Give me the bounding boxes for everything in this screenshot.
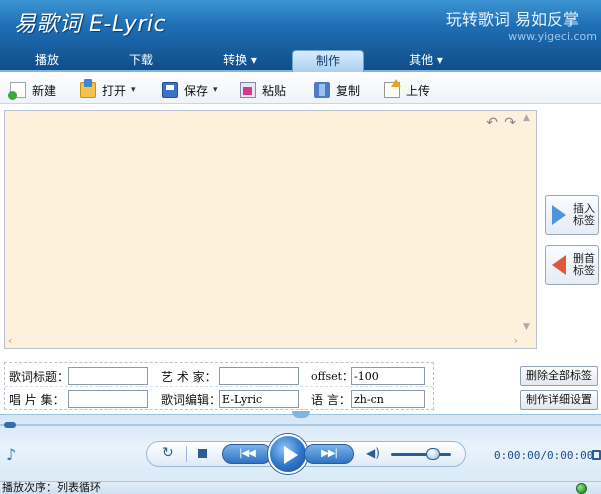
scroll-left-icon[interactable]: ‹ — [8, 334, 12, 347]
undo-icon[interactable]: ↶ — [486, 115, 498, 131]
artist-label: 艺 术 家： — [161, 370, 217, 384]
player-bar: ♪ ↻ |◀◀ ▶▶| ◀) 0:00:00/0:00:00 — [0, 411, 601, 481]
vertical-scrollbar[interactable]: ▲ ▼ — [521, 111, 536, 334]
title-label: 歌词标题： — [9, 370, 70, 384]
insert-tag-label: 插入标签 — [573, 202, 595, 227]
collapse-handle[interactable] — [292, 411, 310, 418]
arrow-right-icon — [552, 205, 566, 225]
status-bar: 播放次序：列表循环 — [0, 481, 601, 494]
new-file-icon — [8, 82, 26, 100]
lyric-editor-text[interactable] — [9, 115, 476, 328]
delete-all-tags-button[interactable]: 删除全部标签 — [520, 366, 598, 386]
upload-icon — [384, 79, 401, 98]
site-url[interactable]: www.yigeci.com — [508, 30, 597, 43]
lyric-metadata-form: 歌词标题： 艺 术 家： offset： 唱 片 集： 歌词编辑： 语 言： — [4, 362, 434, 410]
lyric-editor-input[interactable] — [219, 390, 299, 408]
time-display: 0:00:00/0:00:00 — [494, 449, 594, 462]
redo-icon[interactable]: ↷ — [504, 115, 516, 131]
lyric-editor-label: 歌词编辑： — [161, 393, 222, 407]
upload-button[interactable]: 上传 — [384, 79, 431, 100]
seek-bar[interactable] — [0, 424, 601, 426]
language-input[interactable] — [351, 390, 425, 408]
slogan: 玩转歌词 易如反掌 — [445, 10, 579, 29]
play-order-status[interactable]: 播放次序：列表循环 — [2, 482, 101, 494]
previous-track-button[interactable]: |◀◀ — [222, 444, 272, 464]
app-title: 易歌词 E-Lyric — [14, 12, 167, 37]
horizontal-scrollbar[interactable]: ‹ › — [5, 334, 521, 348]
save-icon — [162, 82, 178, 98]
folder-open-icon — [80, 79, 96, 98]
save-button[interactable]: 保存 ▾ — [162, 80, 218, 100]
scroll-up-icon[interactable]: ▲ — [523, 113, 530, 123]
offset-input[interactable] — [351, 367, 425, 385]
volume-slider[interactable] — [391, 453, 451, 456]
music-note-icon: ♪ — [6, 445, 17, 464]
volume-knob[interactable] — [426, 448, 440, 460]
controls-divider — [186, 446, 187, 462]
chevron-down-icon[interactable]: ▾ — [131, 85, 136, 95]
scroll-down-icon[interactable]: ▼ — [523, 322, 530, 332]
playback-controls: ↻ |◀◀ ▶▶| ◀) — [146, 434, 466, 474]
copy-icon — [314, 82, 330, 98]
open-label: 打开 — [102, 83, 127, 98]
repeat-icon[interactable]: ↻ — [162, 445, 174, 461]
copy-label: 复制 — [336, 83, 361, 98]
play-button[interactable] — [268, 434, 308, 474]
paste-button[interactable]: 粘贴 — [240, 80, 286, 100]
insert-tag-button[interactable]: 插入标签 — [545, 195, 599, 235]
offset-label: offset： — [311, 370, 354, 383]
chevron-down-icon[interactable]: ▾ — [213, 85, 218, 95]
delete-first-tag-label: 删首标签 — [573, 252, 595, 277]
tab-make[interactable]: 制作 — [292, 50, 364, 72]
paste-icon — [240, 82, 256, 98]
open-button[interactable]: 打开 ▾ — [80, 79, 136, 100]
globe-icon[interactable] — [576, 483, 587, 494]
paste-label: 粘贴 — [262, 83, 287, 98]
tab-play[interactable]: 播放 — [24, 50, 70, 72]
next-track-button[interactable]: ▶▶| — [304, 444, 354, 464]
toolbar: 新建 打开 ▾ 保存 ▾ 粘贴 复制 上传 — [0, 74, 601, 104]
form-divider — [5, 386, 433, 387]
delete-first-tag-button[interactable]: 删首标签 — [545, 245, 599, 285]
artist-input[interactable] — [219, 367, 299, 385]
lyric-editor: ↶ ↷ ▲ ▼ ‹ › — [4, 110, 537, 349]
upload-label: 上传 — [406, 83, 431, 98]
scroll-right-icon[interactable]: › — [514, 334, 518, 347]
new-label: 新建 — [32, 83, 57, 98]
detail-settings-button[interactable]: 制作详细设置 — [520, 390, 598, 410]
album-input[interactable] — [68, 390, 148, 408]
copy-button[interactable]: 复制 — [314, 80, 360, 100]
arrow-left-icon — [552, 255, 566, 275]
new-button[interactable]: 新建 — [8, 80, 57, 100]
tab-other[interactable]: 其他 ▾ — [398, 50, 454, 72]
volume-icon[interactable]: ◀) — [366, 446, 380, 460]
stop-icon[interactable] — [198, 449, 207, 458]
language-label: 语 言： — [311, 393, 351, 407]
title-bar: 易歌词 E-Lyric 玩转歌词 易如反掌 www.yigeci.com — [0, 0, 601, 46]
save-label: 保存 — [184, 83, 209, 98]
title-input[interactable] — [68, 367, 148, 385]
tab-convert[interactable]: 转换 ▾ — [212, 50, 268, 72]
playlist-icon[interactable] — [592, 450, 601, 460]
album-label: 唱 片 集： — [9, 393, 65, 407]
nav-bar: 播放 下载 转换 ▾ 制作 其他 ▾ — [0, 46, 601, 72]
seek-thumb[interactable] — [4, 422, 16, 428]
tab-download[interactable]: 下载 — [118, 50, 164, 72]
